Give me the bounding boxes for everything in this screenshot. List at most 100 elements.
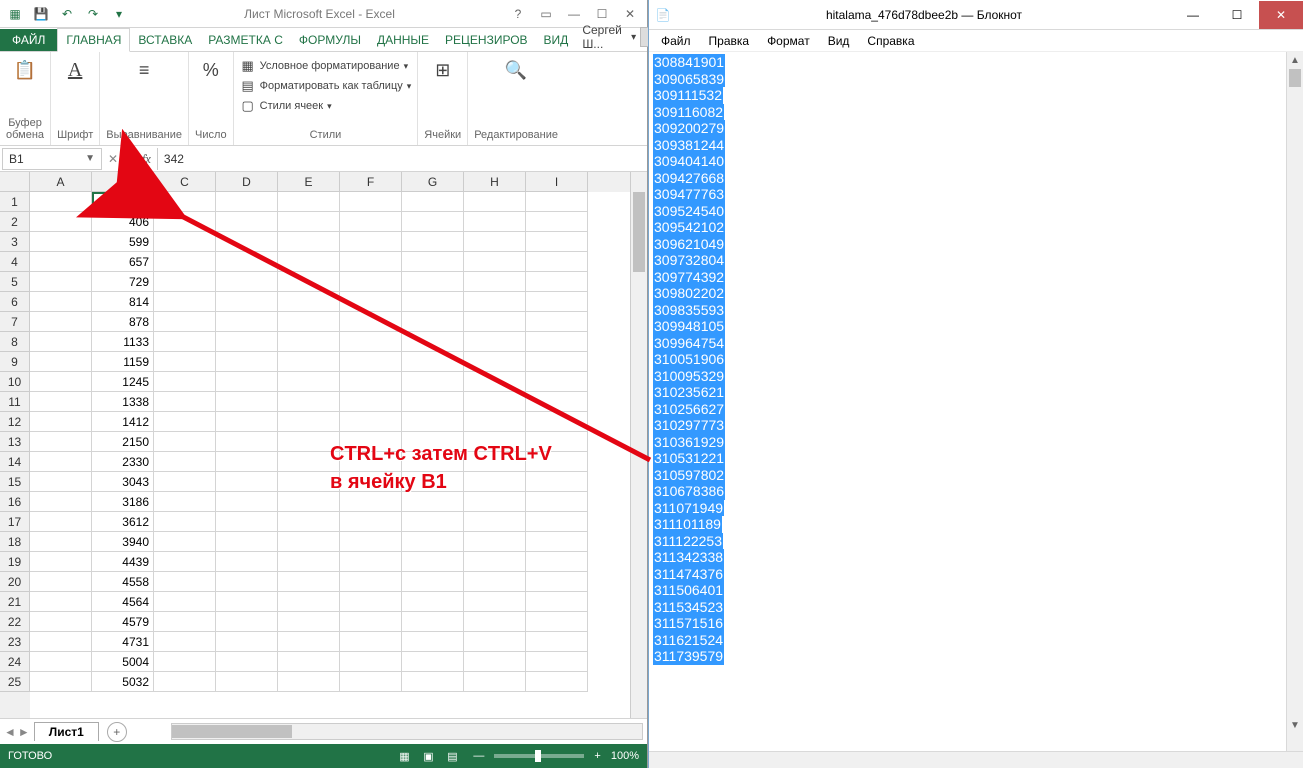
cell[interactable] xyxy=(216,232,278,252)
cell[interactable] xyxy=(154,432,216,452)
cell[interactable] xyxy=(216,332,278,352)
cell-styles-button[interactable]: ▢ Стили ячеек▾ xyxy=(240,96,412,116)
row-header[interactable]: 22 xyxy=(0,612,30,632)
cell[interactable]: 4558 xyxy=(92,572,154,592)
cell[interactable] xyxy=(464,532,526,552)
cell[interactable] xyxy=(30,252,92,272)
cell[interactable] xyxy=(526,632,588,652)
notepad-line[interactable]: 310297773 xyxy=(653,417,725,434)
zoom-slider[interactable] xyxy=(494,754,584,758)
cell[interactable] xyxy=(154,352,216,372)
cell[interactable] xyxy=(340,672,402,692)
cell[interactable] xyxy=(402,612,464,632)
notepad-line[interactable]: 309116082 xyxy=(653,104,724,121)
cell[interactable] xyxy=(216,312,278,332)
column-header[interactable]: C xyxy=(154,172,216,192)
notepad-line[interactable]: 311571516 xyxy=(653,615,724,632)
cell[interactable] xyxy=(526,532,588,552)
row-header[interactable]: 18 xyxy=(0,532,30,552)
row-header[interactable]: 25 xyxy=(0,672,30,692)
cell[interactable] xyxy=(464,572,526,592)
cell[interactable] xyxy=(30,352,92,372)
menu-format[interactable]: Формат xyxy=(759,32,818,50)
cell[interactable] xyxy=(30,232,92,252)
notepad-line[interactable]: 309774392 xyxy=(653,269,725,286)
number-button[interactable]: % xyxy=(195,56,227,84)
cell[interactable] xyxy=(526,372,588,392)
scrollbar-thumb[interactable] xyxy=(172,725,292,738)
cell[interactable] xyxy=(30,672,92,692)
cell[interactable] xyxy=(526,332,588,352)
cell[interactable] xyxy=(526,232,588,252)
cell[interactable] xyxy=(154,552,216,572)
cell[interactable] xyxy=(30,332,92,352)
notepad-line[interactable]: 309835593 xyxy=(653,302,725,319)
add-sheet-button[interactable]: + xyxy=(107,722,127,742)
normal-view-icon[interactable]: ▦ xyxy=(393,747,415,765)
cell[interactable] xyxy=(216,472,278,492)
cell[interactable] xyxy=(402,272,464,292)
notepad-line[interactable]: 309802202 xyxy=(653,285,725,302)
column-header[interactable]: A xyxy=(30,172,92,192)
cell[interactable] xyxy=(402,212,464,232)
cell[interactable] xyxy=(402,252,464,272)
cell[interactable] xyxy=(340,312,402,332)
cell[interactable] xyxy=(464,312,526,332)
row-header[interactable]: 8 xyxy=(0,332,30,352)
notepad-line[interactable]: 309732804 xyxy=(653,252,725,269)
cell[interactable] xyxy=(30,472,92,492)
notepad-line[interactable]: 308841901 xyxy=(653,54,725,71)
cell[interactable] xyxy=(216,372,278,392)
font-button[interactable]: А xyxy=(57,56,93,84)
row-header[interactable]: 10 xyxy=(0,372,30,392)
zoom-out-icon[interactable]: — xyxy=(473,750,484,762)
fx-icon[interactable]: fx xyxy=(136,152,157,166)
cancel-formula-icon[interactable]: ✕ xyxy=(108,152,118,166)
cell[interactable] xyxy=(154,332,216,352)
cell[interactable] xyxy=(216,512,278,532)
cell[interactable] xyxy=(30,392,92,412)
scroll-down-icon[interactable]: ▼ xyxy=(1287,717,1303,734)
cell[interactable] xyxy=(278,212,340,232)
cell[interactable] xyxy=(402,232,464,252)
notepad-line[interactable]: 309381244 xyxy=(653,137,725,154)
cell[interactable] xyxy=(340,332,402,352)
cell[interactable] xyxy=(402,392,464,412)
cell[interactable] xyxy=(216,392,278,412)
cell[interactable] xyxy=(278,292,340,312)
qat-customize-icon[interactable]: ▾ xyxy=(108,3,130,25)
cell[interactable] xyxy=(154,392,216,412)
cell[interactable] xyxy=(30,452,92,472)
cell[interactable]: 1245 xyxy=(92,372,154,392)
page-layout-view-icon[interactable]: ▣ xyxy=(417,747,439,765)
cell[interactable]: 1338 xyxy=(92,392,154,412)
cell[interactable] xyxy=(464,512,526,532)
cell[interactable] xyxy=(154,532,216,552)
cell[interactable] xyxy=(216,252,278,272)
undo-icon[interactable]: ↶ xyxy=(56,3,78,25)
tab-file[interactable]: ФАЙЛ xyxy=(0,29,57,51)
cell[interactable] xyxy=(402,292,464,312)
cell[interactable]: 1159 xyxy=(92,352,154,372)
column-header[interactable]: F xyxy=(340,172,402,192)
tab-layout[interactable]: РАЗМЕТКА С xyxy=(200,29,291,51)
cell[interactable] xyxy=(30,272,92,292)
notepad-line[interactable]: 309621049 xyxy=(653,236,725,253)
cell[interactable] xyxy=(278,272,340,292)
cell[interactable] xyxy=(216,212,278,232)
tab-review[interactable]: РЕЦЕНЗИРОВ xyxy=(437,29,536,51)
row-header[interactable]: 6 xyxy=(0,292,30,312)
cell[interactable] xyxy=(402,352,464,372)
cell[interactable] xyxy=(340,592,402,612)
notepad-line[interactable]: 309111532 xyxy=(653,87,723,104)
cell[interactable] xyxy=(216,652,278,672)
cell[interactable] xyxy=(30,532,92,552)
cell[interactable]: 1133 xyxy=(92,332,154,352)
cell[interactable] xyxy=(278,632,340,652)
excel-icon[interactable]: ▦ xyxy=(4,3,26,25)
cell[interactable] xyxy=(216,672,278,692)
cell[interactable] xyxy=(154,652,216,672)
row-header[interactable]: 7 xyxy=(0,312,30,332)
notepad-line[interactable]: 311122253 xyxy=(653,533,723,550)
cell[interactable] xyxy=(216,632,278,652)
